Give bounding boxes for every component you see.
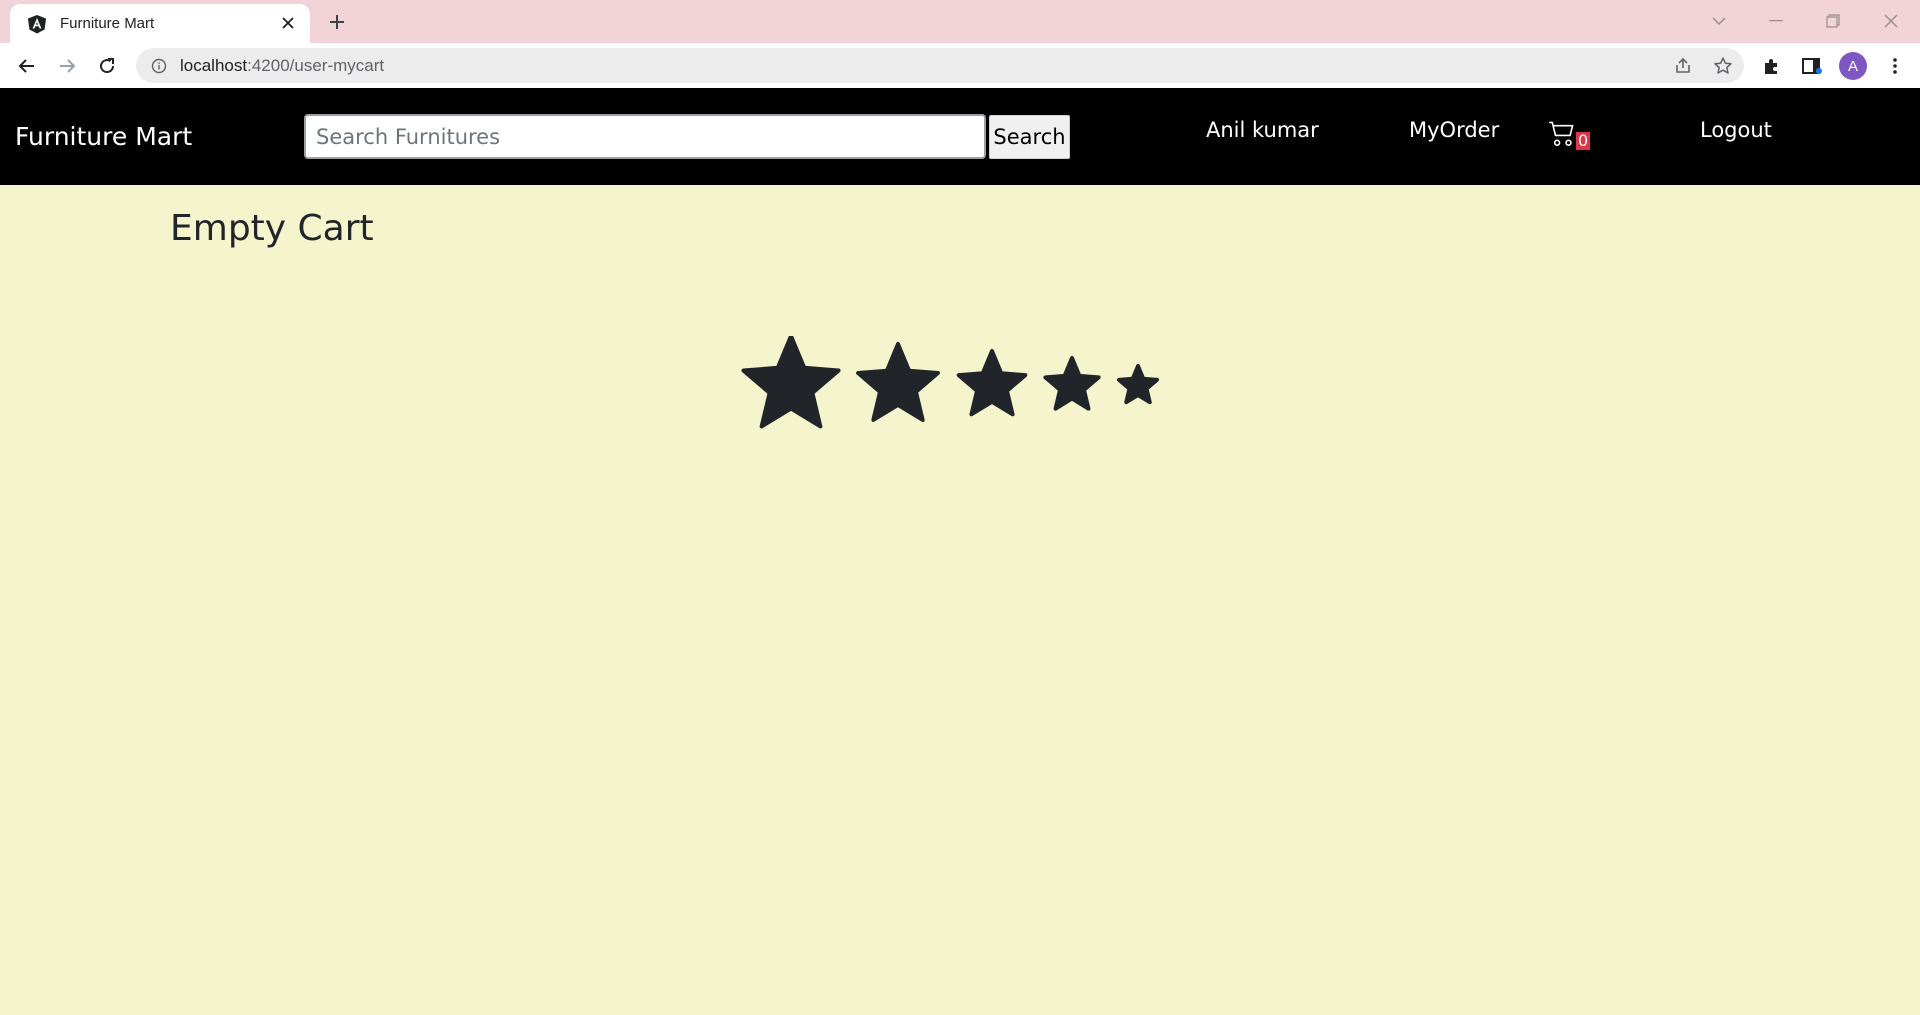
close-window-icon[interactable] <box>1876 6 1906 36</box>
star-icon <box>741 336 841 429</box>
cart-icon <box>1549 120 1575 151</box>
browser-tabstrip: Furniture Mart <box>0 0 1920 43</box>
url-text: localhost:4200/user-mycart <box>180 56 384 76</box>
star-icon <box>1116 364 1160 405</box>
tab-title: Furniture Mart <box>60 15 155 32</box>
reload-icon[interactable] <box>92 51 122 81</box>
star-icon <box>856 342 940 422</box>
cart-count-badge: 0 <box>1576 131 1591 150</box>
back-icon[interactable] <box>12 51 42 81</box>
brand-logo[interactable]: Furniture Mart <box>15 122 192 151</box>
new-tab-icon[interactable] <box>324 9 350 35</box>
angular-icon <box>26 13 48 35</box>
bookmark-star-icon[interactable] <box>1708 51 1738 81</box>
close-tab-icon[interactable] <box>278 13 298 33</box>
star-icon <box>956 349 1028 417</box>
star-rating <box>741 336 1160 429</box>
extensions-icon[interactable] <box>1757 51 1787 81</box>
tab-search-chevron-icon[interactable] <box>1704 6 1734 36</box>
cart-link[interactable]: 0 <box>1549 120 1591 151</box>
app-navbar: Furniture Mart Search Anil kumar MyOrder… <box>0 88 1920 185</box>
more-menu-icon[interactable] <box>1880 51 1910 81</box>
restore-icon[interactable] <box>1818 6 1848 36</box>
user-name-link[interactable]: Anil kumar <box>1206 118 1319 142</box>
site-info-icon[interactable] <box>150 57 168 75</box>
search-button[interactable]: Search <box>989 115 1070 159</box>
url-path: :4200/user-mycart <box>247 55 385 75</box>
minimize-icon[interactable] <box>1761 6 1791 36</box>
profile-avatar[interactable]: A <box>1839 52 1867 80</box>
browser-tab[interactable]: Furniture Mart <box>10 4 310 43</box>
search-input[interactable] <box>304 114 986 159</box>
browser-toolbar: localhost:4200/user-mycart A <box>0 43 1920 88</box>
address-bar[interactable]: localhost:4200/user-mycart <box>136 48 1744 83</box>
share-icon[interactable] <box>1668 51 1698 81</box>
my-order-link[interactable]: MyOrder <box>1409 118 1499 142</box>
reading-list-icon[interactable] <box>1797 51 1827 81</box>
star-icon <box>1043 356 1101 411</box>
forward-icon[interactable] <box>52 51 82 81</box>
logout-link[interactable]: Logout <box>1700 118 1772 142</box>
url-host: localhost <box>180 55 248 75</box>
page-title: Empty Cart <box>170 208 374 249</box>
